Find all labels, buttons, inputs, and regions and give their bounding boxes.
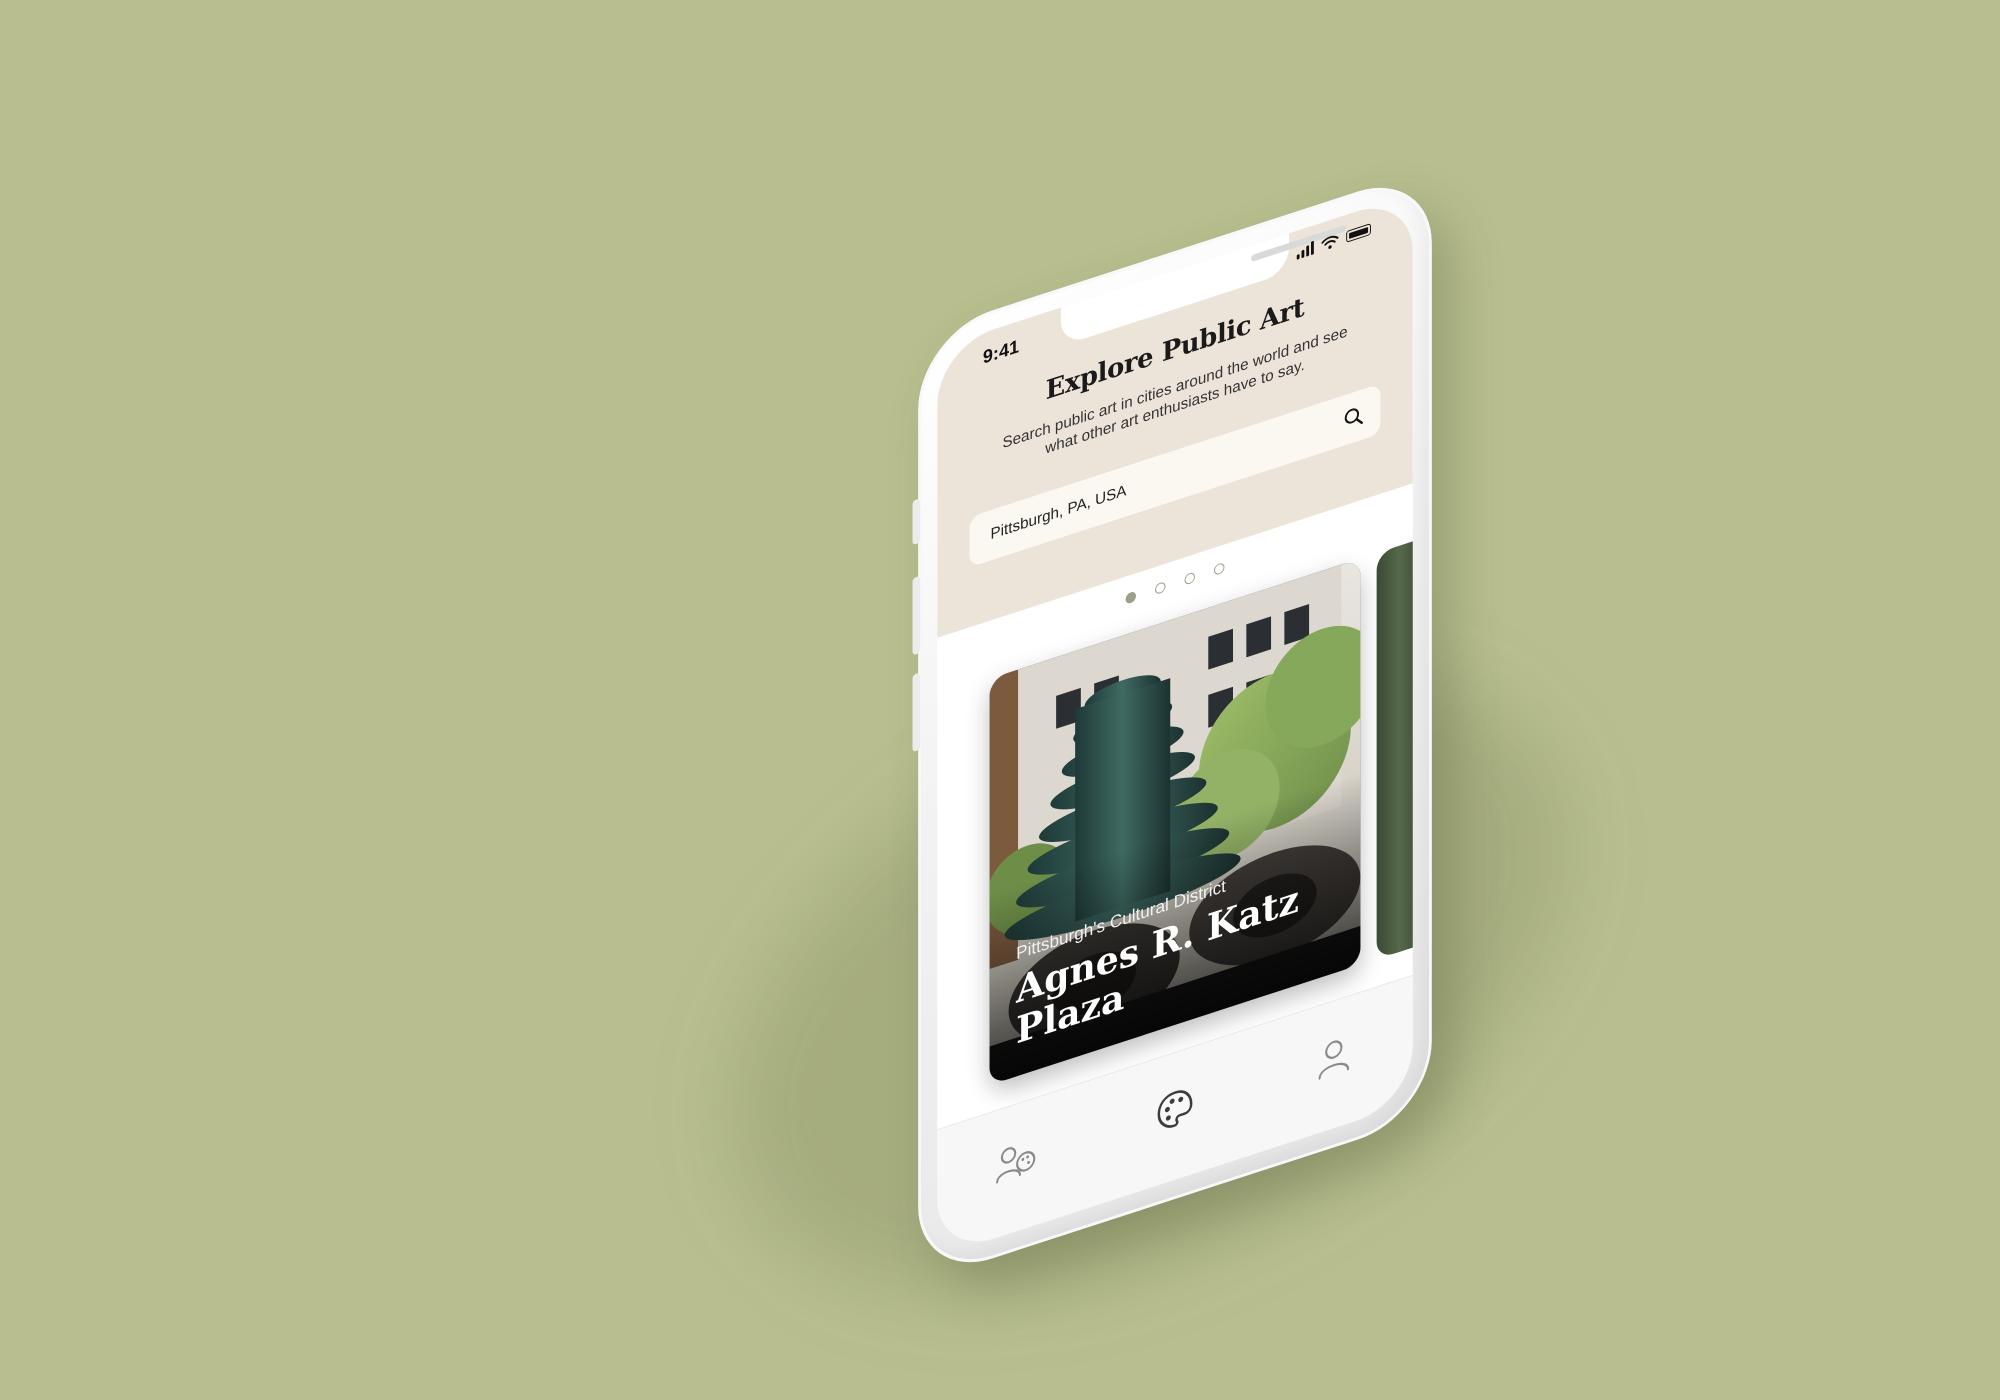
tab-community[interactable] (988, 1122, 1045, 1199)
status-time: 9:41 (982, 336, 1020, 369)
volume-down-button (912, 672, 921, 753)
volume-up-button (912, 575, 921, 656)
battery-icon (1346, 223, 1371, 243)
tab-profile[interactable] (1305, 1019, 1362, 1096)
profile-icon (1318, 1040, 1349, 1080)
art-card-next-peek[interactable] (1376, 534, 1413, 960)
palette-icon (1157, 1090, 1193, 1128)
search-icon[interactable] (1333, 389, 1375, 445)
carousel-dot-1[interactable] (1125, 590, 1137, 605)
mute-switch (912, 498, 921, 546)
phone-screen: 9:41 Explore Public Art Search public ar… (937, 193, 1413, 1257)
phone-mockup: 9:41 Explore Public Art Search public ar… (912, 167, 1432, 1283)
art-card[interactable]: Pittsburgh's Cultural District Agnes R. … (989, 558, 1361, 1086)
carousel-dot-3[interactable] (1184, 571, 1195, 586)
scene: 9:41 Explore Public Art Search public ar… (0, 0, 2000, 1400)
phone-body: 9:41 Explore Public Art Search public ar… (912, 167, 1432, 1283)
carousel-dot-4[interactable] (1213, 561, 1225, 576)
carousel-dot-2[interactable] (1155, 581, 1166, 596)
community-icon (996, 1147, 1036, 1184)
tab-explore-art[interactable] (1146, 1071, 1203, 1148)
